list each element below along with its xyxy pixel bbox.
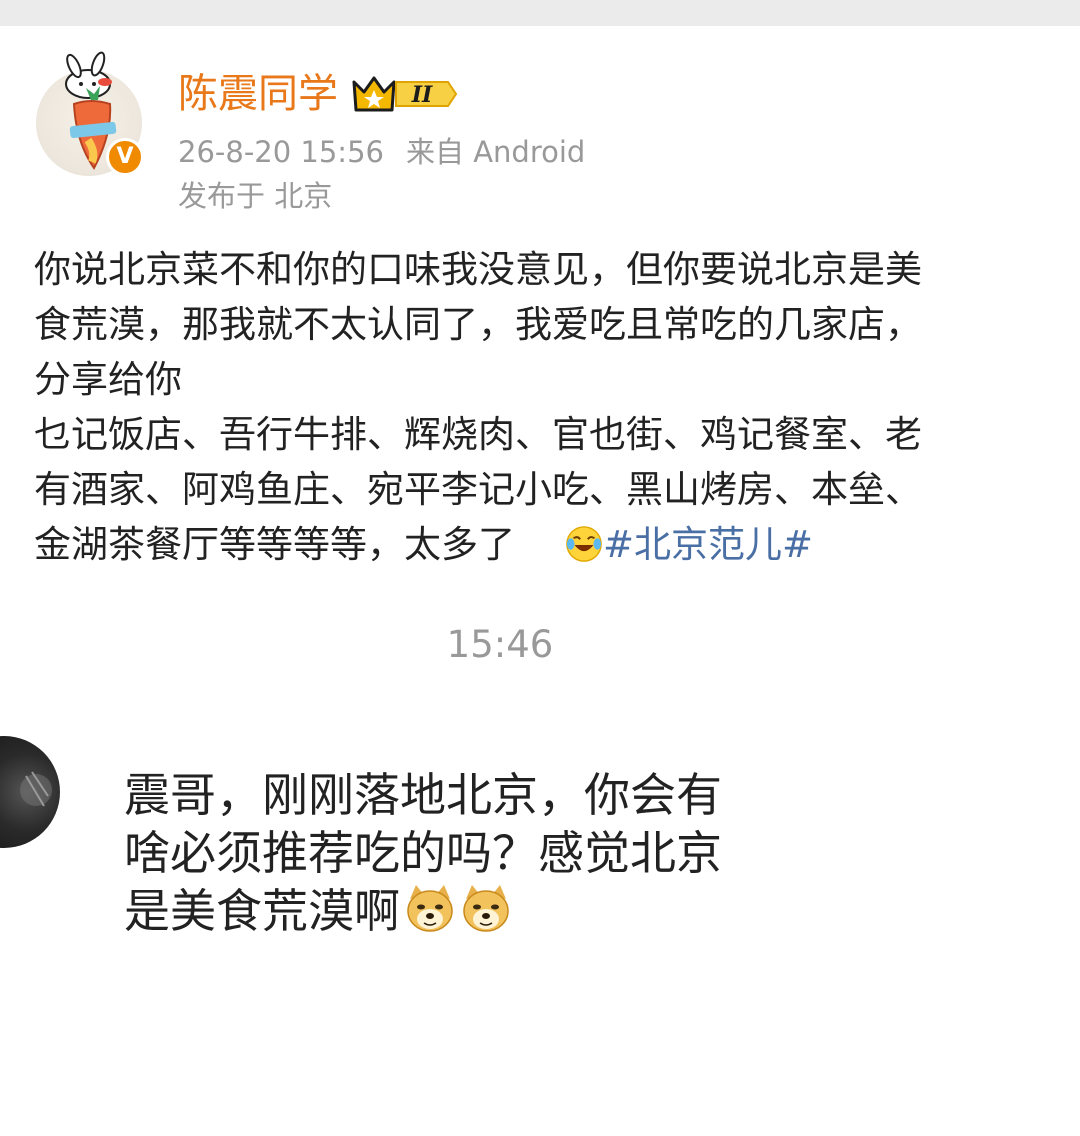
post-meta: 26-8-20 15:56 来自 Android bbox=[178, 134, 585, 170]
level-label: II bbox=[411, 82, 433, 108]
member-level-crown-icon: II bbox=[352, 76, 458, 112]
post-card bbox=[0, 26, 1080, 1136]
chat-message-line: 啥必须推荐吃的吗？感觉北京 bbox=[124, 826, 722, 880]
post-text-line: 有酒家、阿鸡鱼庄、宛平李记小吃、黑山烤房、本垒、 bbox=[34, 468, 922, 511]
top-separator bbox=[0, 0, 1080, 26]
post-text-tail: 金湖茶餐厅等等等等，太多了 bbox=[34, 523, 515, 566]
post-text-line: 乜记饭店、吾行牛排、辉烧肉、官也街、鸡记餐室、老 bbox=[34, 413, 922, 456]
verified-badge-icon: V bbox=[106, 138, 144, 176]
chat-timestamp: 15:46 bbox=[446, 623, 554, 666]
post-text-line: 金湖茶餐厅等等等等，太多了 #北京范儿# bbox=[34, 517, 1044, 572]
chat-message-line: 是美食荒漠啊 bbox=[124, 882, 844, 940]
post-body: 你说北京菜不和你的口味我没意见，但你要说北京是美 食荒漠，那我就不太认同了，我爱… bbox=[34, 242, 1044, 572]
post-source: 来自 Android bbox=[405, 135, 586, 169]
doge-icon bbox=[463, 885, 509, 932]
doge-icon bbox=[407, 885, 453, 932]
post-text-line: 你说北京菜不和你的口味我没意见，但你要说北京是美 bbox=[34, 248, 922, 291]
post-text-line: 分享给你 bbox=[34, 358, 182, 401]
chat-message-bubble: 震哥，刚刚落地北京，你会有 啥必须推荐吃的吗？感觉北京 是美食荒漠啊 bbox=[124, 766, 844, 940]
post-time: 26-8-20 15:56 bbox=[178, 135, 384, 169]
chat-message-line: 震哥，刚刚落地北京，你会有 bbox=[124, 768, 722, 822]
post-text-line: 食荒漠，那我就不太认同了，我爱吃且常吃的几家店， bbox=[34, 303, 922, 346]
post-location: 发布于 北京 bbox=[178, 179, 333, 213]
author-name[interactable]: 陈震同学 bbox=[178, 70, 338, 118]
chat-message-tail: 是美食荒漠啊 bbox=[124, 884, 400, 938]
laugh-cry-icon bbox=[566, 526, 602, 562]
hashtag-link[interactable]: #北京范儿# bbox=[603, 523, 813, 566]
